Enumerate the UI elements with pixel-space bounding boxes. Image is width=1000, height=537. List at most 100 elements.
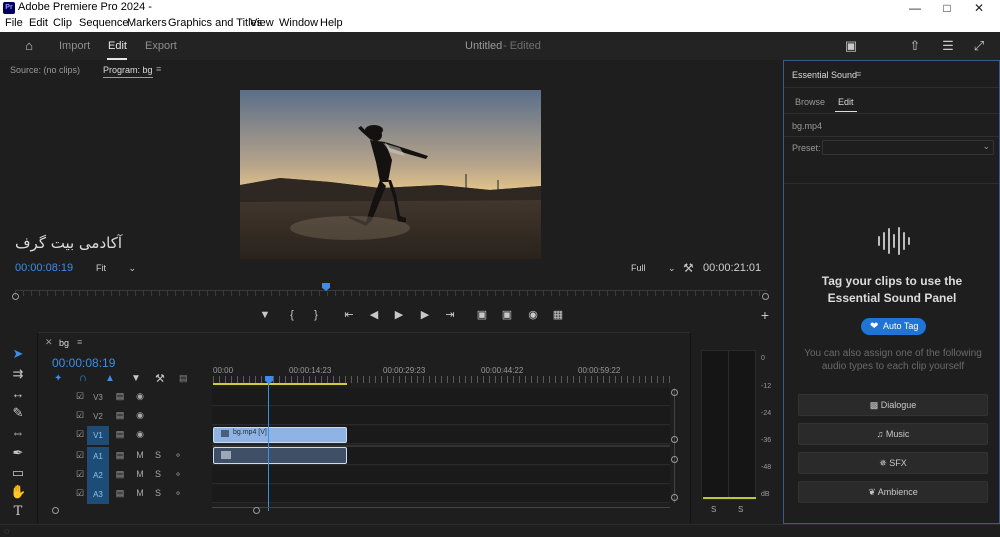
track-lane-a2[interactable] (212, 466, 670, 484)
menu-edit[interactable]: Edit (29, 17, 48, 29)
scrub-start-handle[interactable] (12, 293, 19, 300)
camera-icon[interactable]: ◉ (526, 308, 540, 322)
home-icon[interactable]: ⌂ (21, 38, 37, 54)
timeline-ruler[interactable] (213, 376, 670, 383)
track-name[interactable]: A1 (87, 447, 109, 466)
menu-help[interactable]: Help (320, 17, 343, 29)
track-name[interactable]: A3 (87, 485, 109, 504)
menu-file[interactable]: File (5, 17, 23, 29)
eye-icon[interactable]: ◉ (134, 391, 146, 402)
lock-icon[interactable]: ☑ (74, 469, 86, 480)
slip-tool-icon[interactable]: ⇔ (10, 425, 26, 441)
meter-solo-right[interactable]: S (738, 505, 743, 514)
panel-menu-icon[interactable]: ☰ (940, 38, 956, 54)
tab-edit[interactable]: Edit (108, 40, 127, 52)
auto-tag-button[interactable]: ❤ Auto Tag (861, 318, 926, 335)
vscroll-handle[interactable] (671, 389, 678, 396)
step-forward-icon[interactable]: ▶ (418, 308, 432, 322)
menu-clip[interactable]: Clip (53, 17, 72, 29)
program-current-timecode[interactable]: 00:00:08:19 (15, 262, 73, 274)
mute-icon[interactable]: M (134, 488, 146, 498)
solo-icon[interactable]: S (152, 450, 164, 460)
tab-program[interactable]: Program: bg (103, 65, 153, 75)
fullscreen-icon[interactable]: ⤢ (971, 38, 987, 54)
sync-lock-icon[interactable]: ▤ (114, 429, 126, 440)
mute-icon[interactable]: M (134, 450, 146, 460)
extract-icon[interactable]: ▣ (500, 308, 514, 322)
solo-icon[interactable]: S (152, 469, 164, 479)
vscroll-handle[interactable] (671, 494, 678, 501)
timeline-vscroll[interactable] (674, 388, 675, 503)
ripple-edit-tool-icon[interactable]: ↔ (10, 386, 26, 402)
nest-icon[interactable]: ✦ (54, 373, 62, 384)
lock-icon[interactable]: ☑ (74, 450, 86, 461)
marker-icon[interactable]: ▼ (131, 373, 141, 384)
hscroll-right-handle[interactable] (253, 507, 260, 514)
track-lane-v3[interactable] (212, 388, 670, 406)
track-name[interactable]: A2 (87, 466, 109, 485)
menu-sequence[interactable]: Sequence (79, 17, 129, 29)
sound-menu-icon[interactable]: ≡ (856, 69, 861, 79)
lock-icon[interactable]: ☑ (74, 391, 86, 402)
settings-wrench-icon[interactable]: ⚒ (155, 372, 165, 385)
quick-export-icon[interactable]: ▣ (843, 38, 859, 54)
track-name[interactable]: V2 (87, 407, 109, 426)
razor-tool-icon[interactable]: ✎ (10, 405, 26, 421)
tab-source[interactable]: Source: (no clips) (10, 65, 80, 75)
panel-title[interactable]: Essential Sound (792, 70, 857, 80)
selection-tool-icon[interactable]: ➤ (10, 346, 26, 362)
snap-icon[interactable]: ∩ (79, 372, 87, 384)
sfx-button[interactable]: ✵ SFX (798, 452, 988, 474)
close-icon[interactable]: ✕ (964, 0, 994, 16)
track-name[interactable]: V1 (87, 426, 109, 445)
eye-icon[interactable]: ◉ (134, 410, 146, 421)
step-back-icon[interactable]: ◀ (367, 308, 381, 322)
meter-solo-left[interactable]: S (711, 505, 716, 514)
eye-icon[interactable]: ◉ (134, 429, 146, 440)
audio-clip[interactable] (213, 447, 347, 464)
timeline-hscroll[interactable] (212, 507, 670, 513)
compare-icon[interactable]: ▦ (551, 308, 565, 322)
scrub-end-handle[interactable] (762, 293, 769, 300)
minimize-icon[interactable]: — (900, 0, 930, 16)
tab-edit-sound[interactable]: Edit (838, 97, 854, 107)
tab-browse[interactable]: Browse (795, 97, 825, 107)
music-button[interactable]: ♫ Music (798, 423, 988, 445)
share-icon[interactable]: ⇧ (907, 38, 923, 54)
rectangle-tool-icon[interactable]: ▭ (10, 465, 26, 481)
sync-lock-icon[interactable]: ▤ (114, 391, 126, 402)
track-lane-a3[interactable] (212, 485, 670, 503)
mute-icon[interactable]: M (134, 469, 146, 479)
video-clip[interactable]: bg.mp4 [V] (213, 427, 347, 443)
track-name[interactable]: V3 (87, 388, 109, 407)
sync-lock-icon[interactable]: ▤ (114, 450, 126, 461)
lock-icon[interactable]: ☑ (74, 429, 86, 440)
sync-lock-icon[interactable]: ▤ (114, 469, 126, 480)
captions-icon[interactable]: ▤ (179, 373, 188, 384)
type-tool-icon[interactable]: T (10, 504, 26, 520)
track-select-tool-icon[interactable]: ⇉ (10, 366, 26, 382)
fit-select[interactable]: Fit ⌄ (96, 263, 136, 274)
tab-sequence[interactable]: bg (59, 338, 69, 348)
program-scrub-ruler[interactable] (15, 290, 767, 296)
mark-in-icon[interactable]: { (285, 308, 299, 322)
timeline-current-timecode[interactable]: 00:00:08:19 (52, 356, 115, 370)
maximize-icon[interactable]: □ (932, 0, 962, 16)
tab-export[interactable]: Export (145, 40, 177, 52)
menu-window[interactable]: Window (279, 17, 318, 29)
hand-tool-icon[interactable]: ✋ (10, 484, 26, 500)
close-sequence-icon[interactable]: ✕ (45, 337, 53, 348)
timeline-menu-icon[interactable]: ≡ (77, 337, 82, 347)
lock-icon[interactable]: ☑ (74, 410, 86, 421)
microphone-icon[interactable]: ⚬ (172, 488, 184, 499)
dialogue-button[interactable]: ▩ Dialogue (798, 394, 988, 416)
menu-view[interactable]: View (250, 17, 274, 29)
play-icon[interactable]: ▶ (392, 308, 406, 322)
go-to-out-icon[interactable]: ⇥ (443, 308, 457, 322)
vscroll-handle[interactable] (671, 456, 678, 463)
ambience-button[interactable]: ❦ Ambience (798, 481, 988, 503)
track-lane-v2[interactable] (212, 407, 670, 425)
wrench-icon[interactable]: ⚒ (683, 261, 694, 275)
vscroll-handle[interactable] (671, 436, 678, 443)
program-menu-icon[interactable]: ≡ (156, 64, 161, 74)
